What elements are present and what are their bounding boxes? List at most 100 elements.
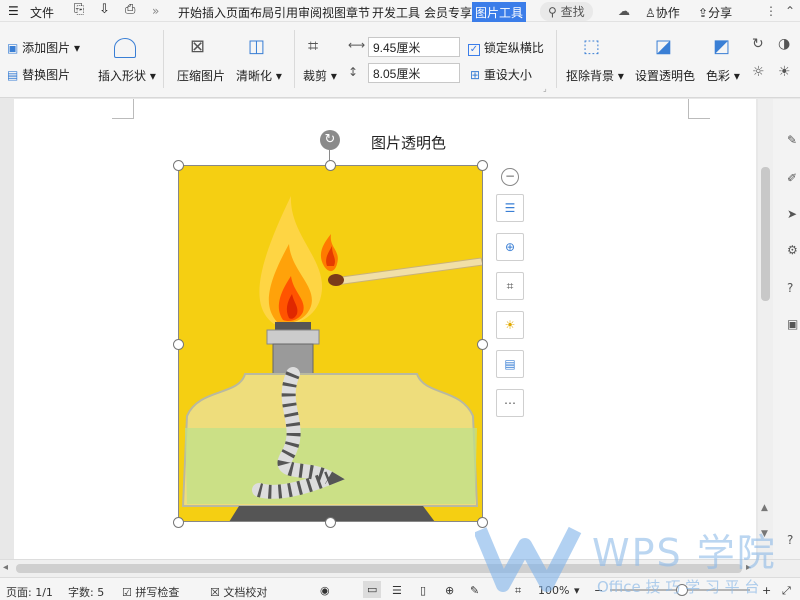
height-field[interactable] xyxy=(368,63,460,83)
outline-view-icon[interactable]: ☰ xyxy=(392,584,402,597)
tab-picture-tools[interactable]: 图片工具 xyxy=(472,2,527,23)
insert-shape-button[interactable]: 插入形状 ▾ xyxy=(98,67,156,84)
color-button[interactable]: 色彩 ▾ xyxy=(706,67,740,84)
print-icon[interactable]: ⎙ xyxy=(125,2,135,17)
lock-ratio-checkbox[interactable]: ✓ 锁定纵横比 xyxy=(468,39,544,56)
share-label: 分享 xyxy=(708,6,733,20)
scroll-left-icon[interactable]: ◂ xyxy=(3,562,8,573)
tab-reference[interactable]: 引用 xyxy=(274,4,298,21)
smart-tip-button[interactable]: ☀ xyxy=(496,311,524,339)
sharpen-button[interactable]: 清晰化 ▾ xyxy=(236,67,282,84)
more-options-button[interactable]: ⋯ xyxy=(496,389,524,417)
crop-quick-button[interactable]: ⌗ xyxy=(496,272,524,300)
question-icon[interactable]: ? xyxy=(787,533,793,547)
cursor-icon[interactable]: ➤ xyxy=(787,207,797,221)
tooltip-label: 图片透明色 xyxy=(371,134,447,152)
shape-icon xyxy=(114,38,136,58)
collapse-toolbar-icon[interactable]: − xyxy=(501,168,519,186)
export-icon[interactable]: ⇩ xyxy=(99,2,110,17)
selected-picture[interactable] xyxy=(178,165,483,522)
cloud-icon[interactable]: ☁ xyxy=(618,4,630,18)
resize-handle-n[interactable] xyxy=(325,160,336,171)
fullscreen-icon[interactable]: ⤢ xyxy=(782,584,791,598)
compress-picture-button[interactable]: 压缩图片 xyxy=(177,67,225,84)
scroll-page-up-icon[interactable]: ▲ xyxy=(761,503,768,513)
doc-proof-label: 文档校对 xyxy=(223,586,268,599)
search-box[interactable]: ⚲ 查找 xyxy=(540,2,593,21)
contrast-icon[interactable]: ◑ xyxy=(778,36,790,52)
tab-start[interactable]: 开始 xyxy=(178,4,202,21)
remove-bg-icon: ⬚ xyxy=(583,36,601,57)
tab-page-layout[interactable]: 页面布局 xyxy=(226,4,274,21)
rotate-handle-icon[interactable]: ↻ xyxy=(320,130,340,150)
tab-insert[interactable]: 插入 xyxy=(202,4,226,21)
alcohol-lamp-illustration xyxy=(179,166,482,521)
eye-protection-icon[interactable]: ◉ xyxy=(320,584,330,597)
picture-tools-ribbon: ▣ 添加图片 ▾ ▤ 替换图片 插入形状 ▾ ⊠ 压缩图片 ◫ 清晰化 ▾ ⌗ … xyxy=(0,22,800,98)
proof-icon: ☒ xyxy=(210,586,220,599)
resize-handle-ne[interactable] xyxy=(477,160,488,171)
picture-icon: ▣ xyxy=(7,41,19,55)
image-panel-icon[interactable]: ▣ xyxy=(787,317,798,331)
tab-member[interactable]: 会员专享 xyxy=(424,4,472,21)
checkbox-checked-icon: ✓ xyxy=(468,44,480,56)
adjust-icon[interactable]: ⚙ xyxy=(787,243,798,257)
watermark-subtitle: Office 技 巧 学 习 平 台 xyxy=(597,578,760,596)
share-icon: ⇪ xyxy=(698,6,709,20)
set-transparent-color-button[interactable]: 设置透明色 xyxy=(635,67,695,84)
zoom-in-icon: ⊕ xyxy=(504,240,516,254)
page-indicator[interactable]: 页面: 1/1 xyxy=(6,584,53,600)
ellipsis-icon: ⋯ xyxy=(504,396,516,410)
resize-handle-s[interactable] xyxy=(325,517,336,528)
reset-size-icon: ⊞ xyxy=(470,68,481,82)
tab-review[interactable]: 审阅 xyxy=(298,4,322,21)
pen-icon[interactable]: ✐ xyxy=(787,171,797,185)
collapse-icon[interactable]: ⌃ xyxy=(785,4,795,18)
width-icon: ⟷ xyxy=(348,38,366,52)
doc-proof-button[interactable]: ☒ 文档校对 xyxy=(210,584,267,600)
page-view-icon[interactable]: ▭ xyxy=(363,581,382,598)
read-view-icon[interactable]: ▯ xyxy=(420,584,426,597)
layout-options-button[interactable]: ☰ xyxy=(496,194,524,222)
web-view-icon[interactable]: ⊕ xyxy=(445,584,454,597)
collab-button[interactable]: ♙协作 xyxy=(645,4,680,21)
resize-handle-e[interactable] xyxy=(477,339,488,350)
vertical-scroll-thumb[interactable] xyxy=(761,167,770,301)
resize-handle-nw[interactable] xyxy=(173,160,184,171)
share-button[interactable]: ⇪分享 xyxy=(698,4,732,21)
resize-handle-sw[interactable] xyxy=(173,517,184,528)
zoom-preview-button[interactable]: ⊕ xyxy=(496,233,524,261)
spell-check-toggle[interactable]: ☑ 拼写检查 xyxy=(122,584,179,600)
rotate-icon[interactable]: ↻ xyxy=(752,36,764,52)
width-field[interactable] xyxy=(368,37,460,57)
more-icon[interactable]: ⋮ xyxy=(765,4,777,18)
extract-text-button[interactable]: ▤ xyxy=(496,350,524,378)
margin-mark-right xyxy=(688,99,710,119)
crop-button[interactable]: 裁剪 ▾ xyxy=(303,67,337,84)
help-icon[interactable]: ? xyxy=(787,281,793,295)
save-icon[interactable]: ⎘ xyxy=(74,2,84,17)
resize-handle-w[interactable] xyxy=(173,339,184,350)
tab-view[interactable]: 视图 xyxy=(322,4,346,21)
dialog-launcher-icon[interactable]: ⌟ xyxy=(543,84,547,93)
replace-picture-icon: ▤ xyxy=(7,68,19,82)
add-picture-label: 添加图片 xyxy=(22,41,71,55)
tab-chapter[interactable]: 章节 xyxy=(346,4,370,21)
vertical-scrollbar[interactable]: ▲ ▼ xyxy=(758,99,773,559)
reset-size-button[interactable]: ⊞ 重设大小 xyxy=(470,66,532,83)
remove-background-button[interactable]: 抠除背景 ▾ xyxy=(566,67,624,84)
zoom-in-icon[interactable]: + xyxy=(762,584,771,597)
more-chevron-icon[interactable]: » xyxy=(152,4,159,18)
menu-file[interactable]: 文件 xyxy=(30,4,54,21)
color-label: 色彩 xyxy=(706,69,731,83)
word-count[interactable]: 字数: 5 xyxy=(68,584,104,600)
style-icon[interactable]: ✎ xyxy=(787,133,797,147)
add-picture-button[interactable]: ▣ 添加图片 ▾ xyxy=(7,39,80,56)
reset-size-label: 重设大小 xyxy=(483,68,532,82)
search-icon: ⚲ xyxy=(548,5,557,19)
brightness-down-icon[interactable]: ☀ xyxy=(778,64,791,80)
replace-picture-button[interactable]: ▤ 替换图片 xyxy=(7,66,70,83)
hamburger-icon[interactable]: ☰ xyxy=(8,4,19,18)
brightness-up-icon[interactable]: ☼ xyxy=(752,64,765,80)
tab-developer[interactable]: 开发工具 xyxy=(372,4,420,21)
